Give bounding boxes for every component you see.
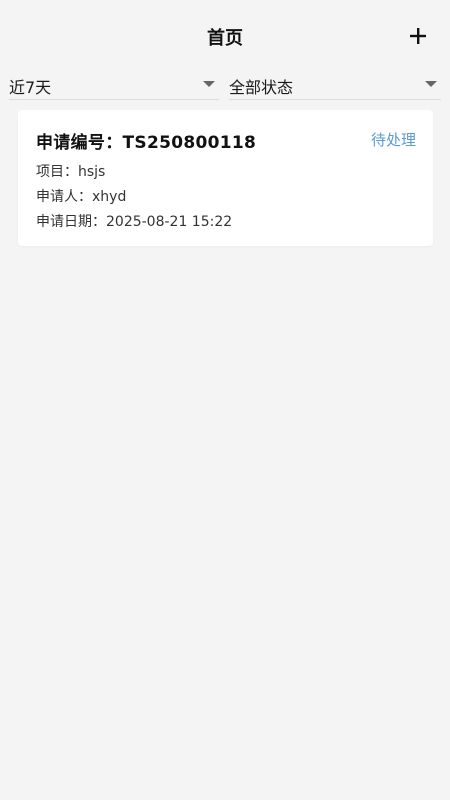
date-row: 申请日期：2025-08-21 15:22 [36, 211, 232, 231]
triangle-down-icon [203, 81, 215, 87]
applicant-row: 申请人：xhyd [36, 186, 126, 206]
triangle-down-icon [425, 81, 437, 87]
status-badge: 待处理 [370, 131, 416, 149]
request-number: 申请编号：TS250800118 [36, 128, 256, 153]
add-button[interactable] [408, 26, 428, 46]
project-row: 项目：hsjs [36, 161, 105, 181]
request-number-value: TS250800118 [122, 133, 257, 153]
filter-bar: 近7天 全部状态 [0, 70, 450, 102]
applicant-label: 申请人： [36, 189, 92, 205]
date-range-selected: 近7天 [9, 78, 52, 97]
page-title: 首页 [207, 28, 243, 49]
top-bar: 首页 [0, 0, 450, 70]
plus-icon [410, 28, 426, 44]
app-page: 首页 近7天 全部状态 申请编号：TS250800118 待处理 项目：hsjs… [0, 0, 450, 800]
request-card[interactable]: 申请编号：TS250800118 待处理 项目：hsjs 申请人：xhyd 申请… [18, 110, 433, 246]
project-value: hsjs [78, 164, 106, 180]
applicant-value: xhyd [92, 189, 127, 205]
date-label: 申请日期： [36, 214, 106, 230]
status-selected: 全部状态 [229, 78, 294, 97]
date-range-dropdown[interactable]: 近7天 [9, 70, 219, 100]
project-label: 项目： [36, 164, 78, 180]
request-number-label: 申请编号： [36, 133, 123, 153]
status-dropdown[interactable]: 全部状态 [229, 70, 441, 100]
date-value: 2025-08-21 15:22 [106, 214, 233, 230]
